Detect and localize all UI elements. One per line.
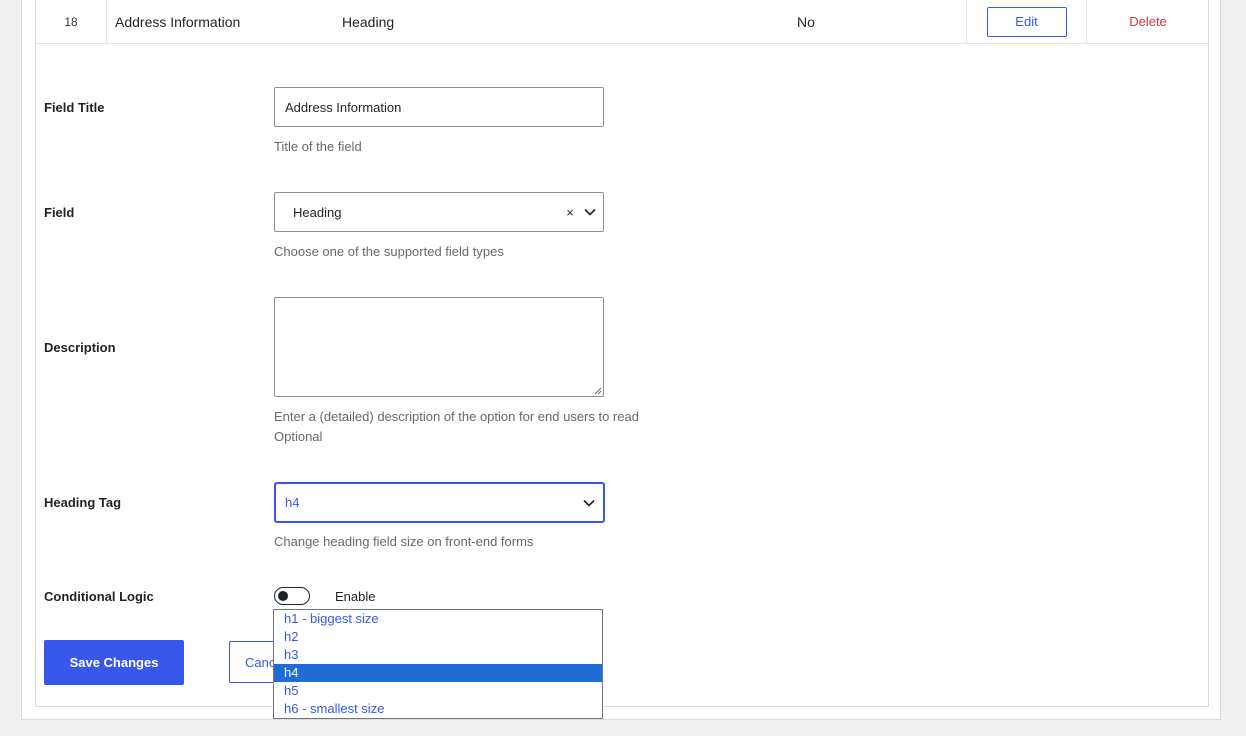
description-optional-hint: Optional (274, 429, 323, 444)
edit-cell: Edit (966, 0, 1087, 43)
delete-link[interactable]: Delete (1129, 14, 1167, 29)
clear-icon[interactable]: × (563, 205, 577, 220)
row-number: 18 (36, 0, 107, 43)
heading-tag-hint: Change heading field size on front-end f… (274, 534, 534, 549)
row-field-title: Address Information (115, 13, 241, 30)
field-type-value: Heading (293, 204, 342, 220)
field-type-label: Field (44, 205, 75, 220)
description-label: Description (44, 340, 116, 355)
conditional-logic-enable-label: Enable (335, 589, 376, 604)
heading-tag-value: h4 (285, 495, 300, 510)
chevron-down-icon (575, 484, 603, 521)
field-title-label: Field Title (44, 100, 105, 115)
heading-option-h6[interactable]: h6 - smallest size (274, 700, 602, 718)
field-title-input[interactable] (274, 87, 604, 127)
fields-table-container: 18 Address Information Heading No Edit D… (35, 0, 1209, 707)
edit-button[interactable]: Edit (986, 6, 1067, 37)
conditional-logic-label: Conditional Logic (44, 589, 154, 604)
heading-option-h4[interactable]: h4 (274, 664, 602, 682)
heading-tag-label: Heading Tag (44, 495, 122, 510)
save-changes-button[interactable]: Save Changes (44, 640, 184, 685)
delete-cell: Delete (1088, 0, 1208, 43)
resize-grip-icon[interactable] (594, 387, 602, 395)
toggle-knob (278, 591, 288, 601)
heading-option-h3[interactable]: h3 (274, 646, 602, 664)
heading-tag-options-list: h1 - biggest size h2 h3 h4 h5 h6 - small… (273, 609, 603, 719)
heading-option-h1[interactable]: h1 - biggest size (274, 610, 602, 628)
field-title-hint: Title of the field (274, 139, 362, 154)
heading-option-h2[interactable]: h2 (274, 628, 602, 646)
field-type-select[interactable]: Heading × (274, 192, 604, 232)
description-hint: Enter a (detailed) description of the op… (274, 409, 639, 424)
chevron-down-icon[interactable] (577, 193, 603, 231)
settings-panel: 18 Address Information Heading No Edit D… (21, 0, 1221, 720)
conditional-logic-toggle[interactable] (274, 587, 310, 605)
description-textarea[interactable] (274, 297, 604, 397)
row-required: No (797, 13, 815, 30)
heading-tag-select[interactable]: h4 (274, 482, 605, 523)
heading-option-h5[interactable]: h5 (274, 682, 602, 700)
table-row: 18 Address Information Heading No Edit D… (36, 0, 1208, 44)
field-type-hint: Choose one of the supported field types (274, 244, 504, 259)
row-field-type: Heading (342, 13, 395, 30)
